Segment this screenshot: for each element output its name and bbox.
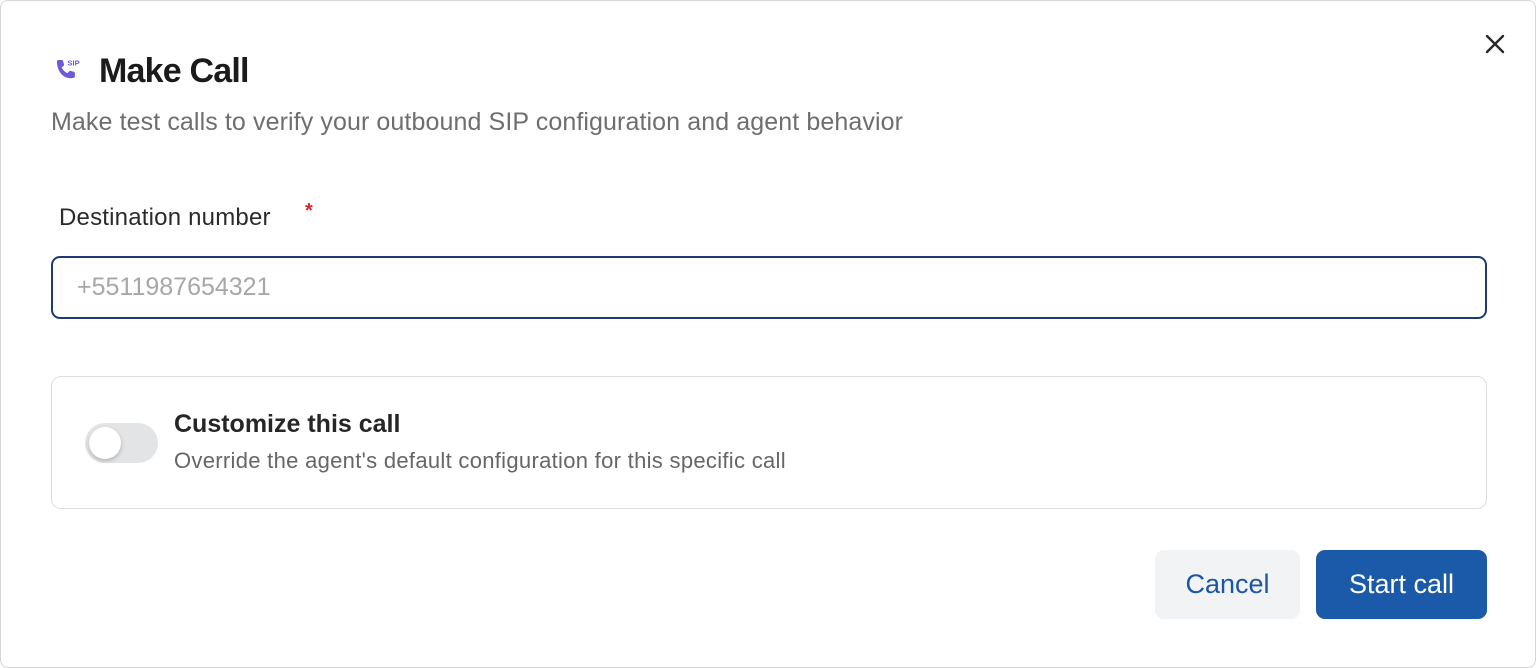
dialog-subtitle: Make test calls to verify your outbound … bbox=[51, 108, 904, 136]
make-call-dialog: SIP Make Call Make test calls to verify … bbox=[0, 0, 1536, 668]
cancel-button[interactable]: Cancel bbox=[1155, 550, 1300, 619]
customize-call-description: Override the agent's default configurati… bbox=[174, 448, 786, 473]
dialog-title: Make Call bbox=[99, 51, 249, 90]
close-icon bbox=[1485, 34, 1505, 54]
close-button[interactable] bbox=[1479, 28, 1511, 60]
required-indicator: * bbox=[305, 200, 313, 222]
customize-call-title: Customize this call bbox=[174, 410, 401, 438]
customize-call-card: Customize this call Override the agent's… bbox=[51, 376, 1487, 509]
destination-number-label: Destination number bbox=[59, 204, 271, 231]
customize-call-toggle[interactable] bbox=[85, 423, 158, 463]
toggle-knob bbox=[89, 427, 121, 459]
sip-phone-icon: SIP bbox=[51, 55, 83, 87]
title-row: SIP Make Call bbox=[51, 49, 249, 93]
destination-number-input[interactable] bbox=[51, 256, 1487, 319]
svg-text:SIP: SIP bbox=[68, 59, 80, 68]
start-call-button[interactable]: Start call bbox=[1316, 550, 1487, 619]
